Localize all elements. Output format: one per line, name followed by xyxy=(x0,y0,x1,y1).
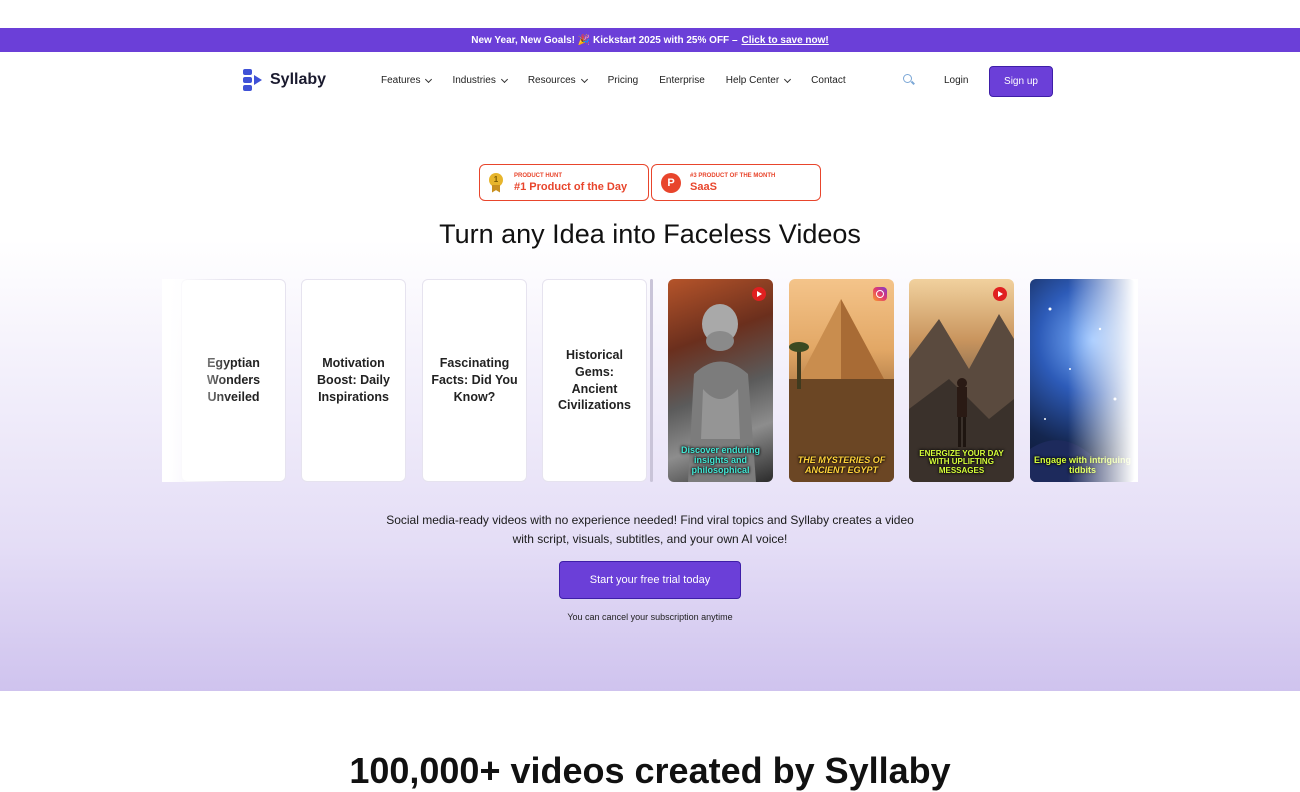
main-menu: Features Industries Resources Pricing En… xyxy=(381,75,867,86)
nav-item-help-center[interactable]: Help Center xyxy=(725,75,792,86)
nav-item-pricing[interactable]: Pricing xyxy=(608,75,639,86)
cancel-note: You can cancel your subscription anytime xyxy=(567,612,733,622)
nav-item-label: Enterprise xyxy=(659,75,705,86)
topic-card[interactable]: Motivation Boost: Daily Inspirations xyxy=(301,279,406,482)
start-trial-button[interactable]: Start your free trial today xyxy=(559,561,741,599)
carousel-divider xyxy=(650,279,653,482)
nav-item-resources[interactable]: Resources xyxy=(527,75,588,86)
nav-item-enterprise[interactable]: Enterprise xyxy=(659,75,705,86)
logo-icon xyxy=(243,69,265,91)
video-caption: THE MYSTERIES OF ANCIENT EGYPT xyxy=(797,455,886,476)
youtube-icon xyxy=(752,287,766,301)
nav-item-industries[interactable]: Industries xyxy=(452,75,508,86)
chevron-down-icon xyxy=(425,75,433,83)
section-title: 100,000+ videos created by Syllaby xyxy=(349,750,951,791)
chevron-down-icon xyxy=(784,75,792,83)
video-card[interactable]: ENERGIZE YOUR DAY WITH UPLIFTING MESSAGE… xyxy=(909,279,1014,482)
nav-item-label: Contact xyxy=(811,75,846,86)
video-card[interactable]: THE MYSTERIES OF ANCIENT EGYPT xyxy=(789,279,894,482)
nav-item-contact[interactable]: Contact xyxy=(811,75,845,86)
badge-kicker: #3 PRODUCT OF THE MONTH xyxy=(690,172,776,179)
youtube-icon xyxy=(993,287,1007,301)
topic-card[interactable]: Fascinating Facts: Did You Know? xyxy=(422,279,527,482)
topic-card-label: Historical Gems: Ancient Civilizations xyxy=(558,347,631,413)
product-hunt-day-badge[interactable]: 1 PRODUCT HUNT #1 Product of the Day xyxy=(479,164,649,201)
badge-title: #1 Product of the Day xyxy=(514,180,628,193)
product-hunt-month-badge[interactable]: P #3 PRODUCT OF THE MONTH SaaS xyxy=(651,164,821,201)
pyramid-illustration xyxy=(789,299,894,482)
hero-subtitle: Social media-ready videos with no experi… xyxy=(0,511,1300,549)
brand-name: Syllaby xyxy=(270,71,327,88)
brand-logo[interactable]: Syllaby xyxy=(243,69,326,91)
hero-subtitle-line: with script, visuals, subtitles, and you… xyxy=(512,532,788,547)
top-spacer xyxy=(0,0,1300,28)
nav-item-label: Features xyxy=(381,75,421,86)
nav-item-label: Help Center xyxy=(725,75,780,86)
search-icon[interactable] xyxy=(903,74,915,86)
topic-card-label: Motivation Boost: Daily Inspirations xyxy=(317,356,390,404)
promo-text: New Year, New Goals! 🎉 Kickstart 2025 wi… xyxy=(471,34,738,46)
carousel-fade-right xyxy=(1068,279,1138,482)
nav-item-label: Resources xyxy=(527,75,576,86)
promo-banner: New Year, New Goals! 🎉 Kickstart 2025 wi… xyxy=(0,28,1300,52)
topic-card-label: Fascinating Facts: Did You Know? xyxy=(431,356,518,404)
instagram-icon xyxy=(873,287,887,301)
login-link[interactable]: Login xyxy=(944,75,968,86)
video-carousel: Egyptian Wonders Unveiled Motivation Boo… xyxy=(162,279,1138,482)
chevron-down-icon xyxy=(500,75,508,83)
promo-link[interactable]: Click to save now! xyxy=(742,35,829,46)
nav-item-features[interactable]: Features xyxy=(381,75,433,86)
topic-card[interactable]: Historical Gems: Ancient Civilizations xyxy=(542,279,647,482)
carousel-fade-left xyxy=(162,279,232,482)
hero-subtitle-line: Social media-ready videos with no experi… xyxy=(386,513,914,527)
nav-item-label: Pricing xyxy=(607,75,639,86)
signup-button[interactable]: Sign up xyxy=(989,66,1053,97)
video-caption: ENERGIZE YOUR DAY WITH UPLIFTING MESSAGE… xyxy=(919,448,1004,476)
hero-section: 1 PRODUCT HUNT #1 Product of the Day P #… xyxy=(0,112,1300,691)
chevron-down-icon xyxy=(580,75,588,83)
nav-item-label: Industries xyxy=(452,75,496,86)
medal-icon: 1 xyxy=(489,172,505,193)
product-hunt-icon: P xyxy=(661,172,681,193)
hero-headline: Turn any Idea into Faceless Videos xyxy=(439,219,861,249)
video-card[interactable]: Discover enduring insights and philosoph… xyxy=(668,279,773,482)
navbar: Syllaby Features Industries Resources Pr… xyxy=(0,52,1300,112)
badge-title: SaaS xyxy=(690,180,717,193)
badge-kicker: PRODUCT HUNT xyxy=(514,172,562,179)
video-caption: Discover enduring insights and philosoph… xyxy=(680,445,761,476)
